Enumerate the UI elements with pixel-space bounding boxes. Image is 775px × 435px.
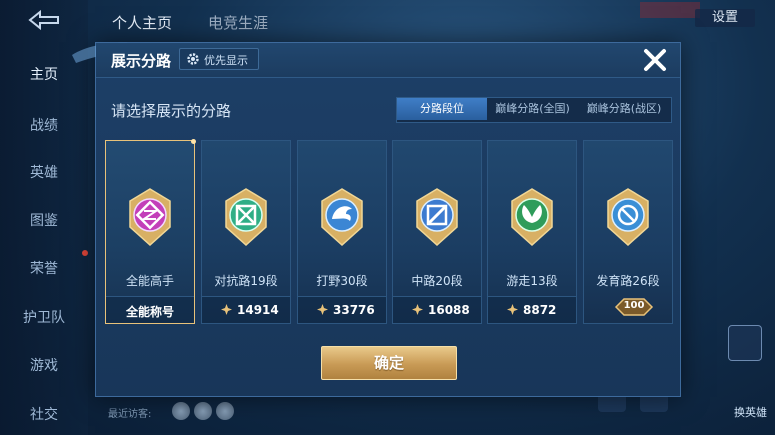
priority-display-label: 优先显示 [204, 54, 248, 67]
lane-title: 对抗路19段 [214, 274, 278, 288]
recent-visitors-label: 最近访客: [108, 409, 152, 420]
lane-title: 打野30段 [316, 274, 368, 288]
lane-title: 游走13段 [506, 274, 558, 288]
dialog-header: 展示分路 优先显示 [96, 43, 680, 78]
mid-lane-icon [416, 188, 458, 247]
avatar[interactable] [172, 402, 190, 420]
priority-display-button[interactable]: 优先显示 [179, 48, 259, 70]
lane-card-mid[interactable]: 中路20段 16088 [392, 140, 482, 324]
nav-item-games[interactable]: 游戏 [0, 355, 88, 375]
rank-number: 100 [623, 300, 645, 311]
lane-footer: 33776 [298, 296, 386, 323]
dialog-subtitle: 请选择展示的分路 [111, 102, 232, 120]
lane-card-jungle[interactable]: 打野30段 33776 [297, 140, 387, 324]
back-arrow-icon[interactable] [24, 8, 64, 32]
farm-lane-icon [607, 188, 649, 247]
lane-card-allround[interactable]: 全能高手 全能称号 [105, 139, 196, 324]
jungle-dragon-icon [321, 188, 363, 247]
lane-score: 16088 [428, 303, 470, 317]
lane-footer: 16088 [393, 296, 481, 323]
tab-esports[interactable]: 电竞生涯 [208, 12, 268, 33]
nav-item-honor[interactable]: 荣誉 [0, 258, 88, 278]
lane-display-dialog: 展示分路 优先显示 请选择展示的分路 分路段位 巅峰分路(全国) 巅峰分路(战区… [72, 42, 681, 397]
clash-lane-icon [225, 188, 267, 247]
lane-title: 中路20段 [411, 274, 463, 288]
lane-footer-label: 全能称号 [125, 305, 174, 319]
avatar[interactable] [216, 402, 234, 420]
allround-icon [129, 188, 171, 247]
tab-peak-national[interactable]: 巅峰分路(全国) [487, 98, 578, 120]
score-icon [507, 304, 518, 315]
tab-lane-rank[interactable]: 分路段位 [397, 98, 487, 120]
lane-card-roam[interactable]: 游走13段 8872 [487, 140, 577, 324]
avatar[interactable] [194, 402, 212, 420]
lane-footer: 全能称号 [106, 296, 194, 323]
notification-dot [82, 250, 88, 256]
lane-score: 33776 [333, 303, 375, 317]
lane-card-clash[interactable]: 对抗路19段 14914 [201, 140, 291, 324]
swap-hero-icon[interactable] [728, 325, 762, 361]
score-icon [317, 304, 328, 315]
notice-banner [640, 2, 700, 18]
lane-title: 全能高手 [125, 274, 174, 288]
lane-footer: 8872 [488, 296, 576, 323]
tab-profile[interactable]: 个人主页 [112, 12, 172, 33]
score-icon [221, 304, 232, 315]
lane-card-farm[interactable]: 发育路26段 100 [583, 140, 673, 324]
nav-item-heroes[interactable]: 英雄 [0, 162, 88, 182]
nav-item-guard[interactable]: 护卫队 [0, 307, 88, 327]
settings-button[interactable]: 设置 [695, 9, 755, 27]
tab-peak-region[interactable]: 巅峰分路(战区) [578, 98, 670, 120]
lane-score: 14914 [237, 303, 279, 317]
lane-score: 8872 [523, 303, 557, 317]
lane-footer: 14914 [202, 296, 290, 323]
lane-title: 发育路26段 [596, 274, 660, 288]
swap-hero-label[interactable]: 换英雄 [734, 404, 767, 420]
nav-item-gallery[interactable]: 图鉴 [0, 210, 88, 230]
confirm-button[interactable]: 确定 [321, 346, 457, 380]
score-icon [412, 304, 423, 315]
nav-item-record[interactable]: 战绩 [0, 115, 88, 135]
close-icon[interactable] [640, 45, 670, 75]
roam-leaf-icon [511, 188, 553, 247]
gear-icon [187, 53, 199, 65]
dialog-title: 展示分路 [111, 52, 172, 70]
nav-item-social[interactable]: 社交 [0, 404, 88, 424]
